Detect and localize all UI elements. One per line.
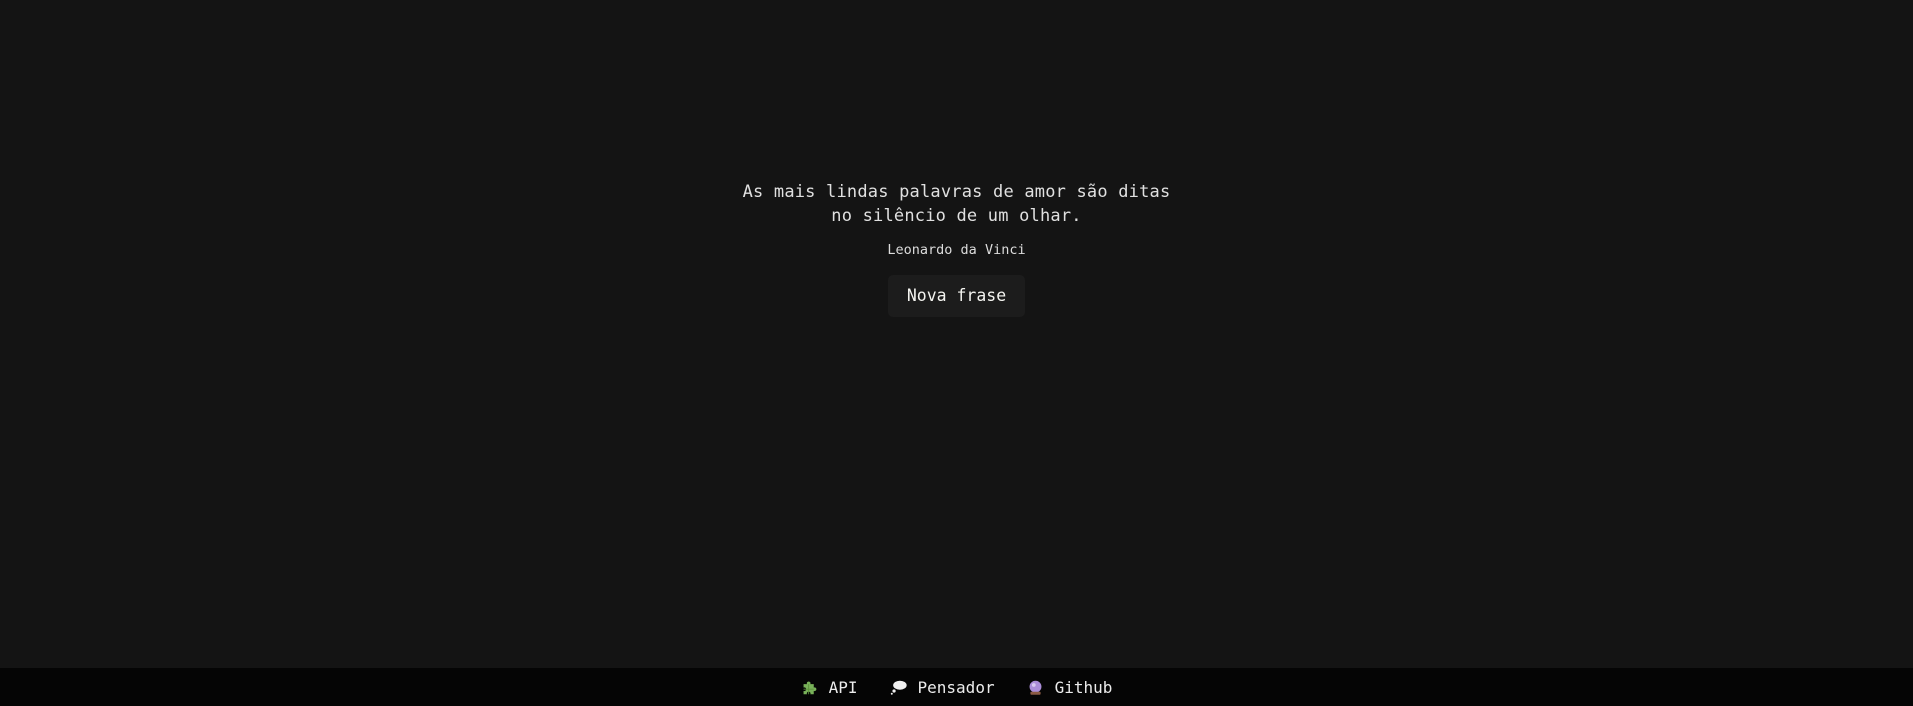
footer-link-label: Pensador xyxy=(917,677,995,697)
footer-link-github[interactable]: Github xyxy=(1027,677,1113,697)
page: As mais lindas palavras de amor são dita… xyxy=(0,0,1913,706)
crystal-ball-icon xyxy=(1027,678,1045,696)
footer-link-api[interactable]: API xyxy=(801,678,858,697)
quote-card: As mais lindas palavras de amor são dita… xyxy=(0,180,1913,317)
quote-text: As mais lindas palavras de amor são dita… xyxy=(742,182,1171,226)
puzzle-icon xyxy=(801,678,819,696)
footer-nav: API Pensador Github xyxy=(0,668,1913,706)
thought-bubble-icon xyxy=(890,678,908,696)
new-quote-button[interactable]: Nova frase xyxy=(887,275,1026,317)
footer-link-label: Github xyxy=(1054,677,1113,697)
footer-link-label: API xyxy=(828,677,858,697)
quote-author: Leonardo da Vinci xyxy=(887,242,1026,258)
footer-link-pensador[interactable]: Pensador xyxy=(890,678,995,697)
